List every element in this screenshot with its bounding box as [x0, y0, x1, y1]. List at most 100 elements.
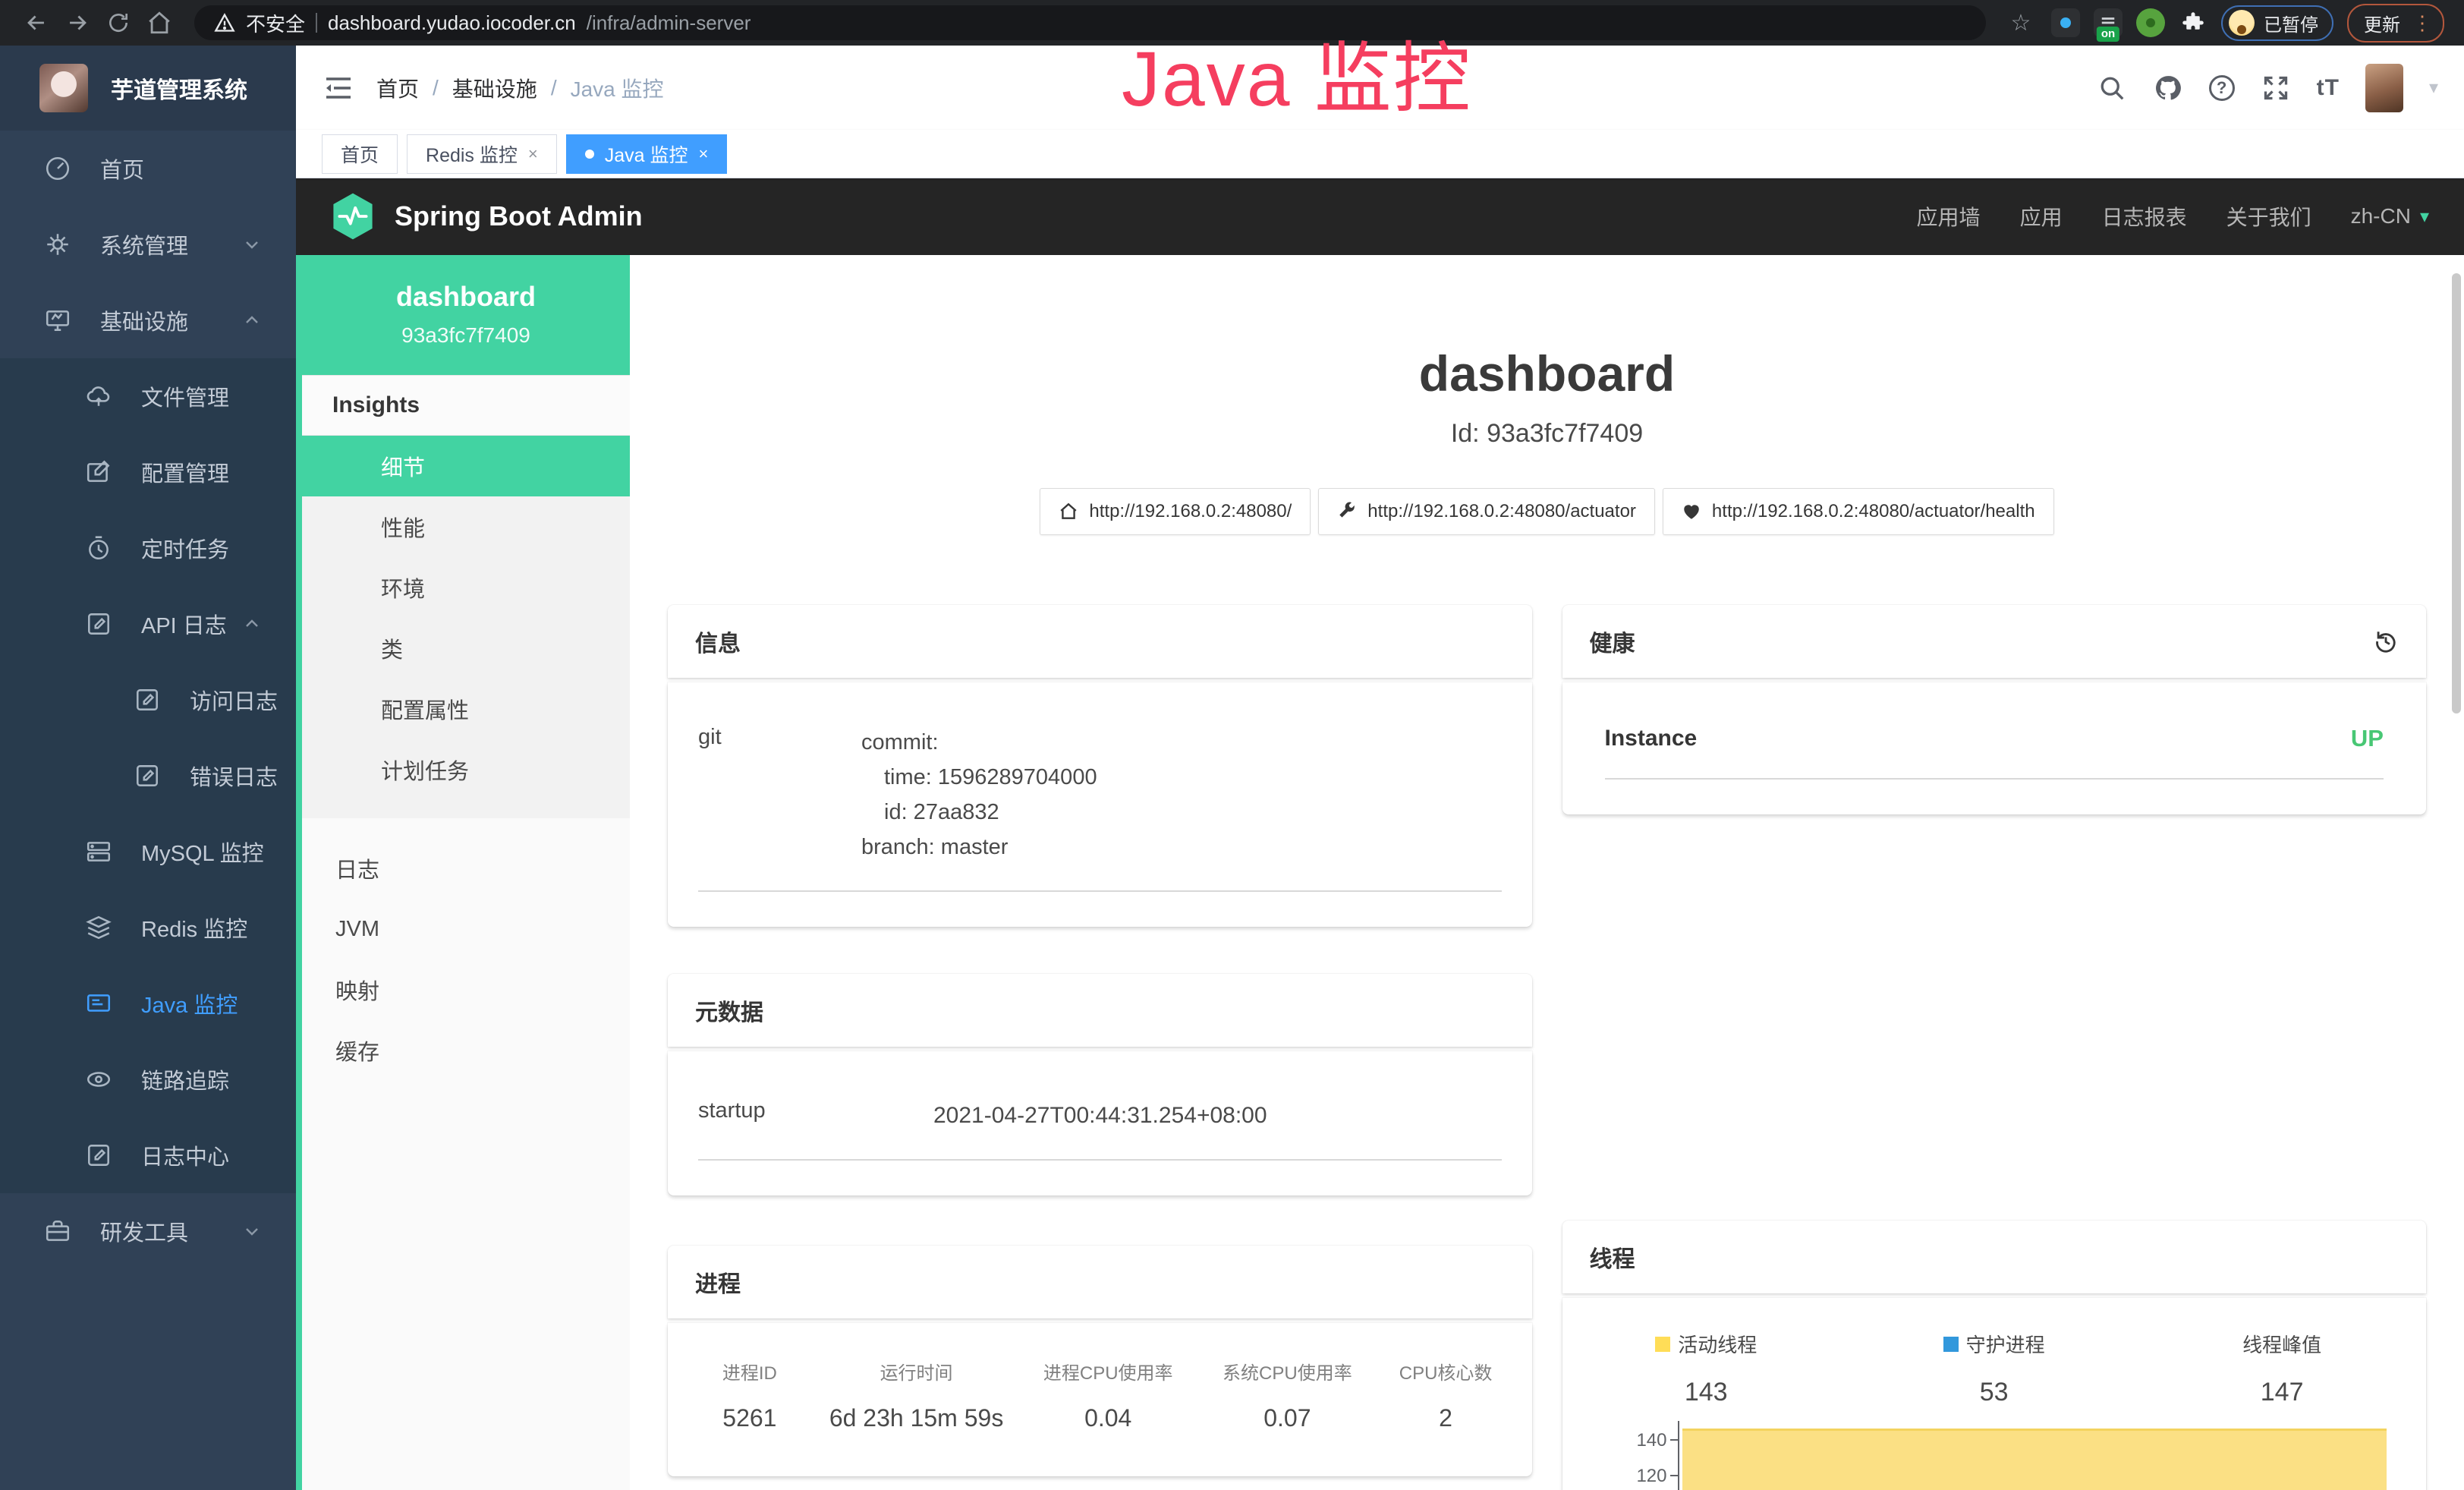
tab-home[interactable]: 首页 [322, 134, 398, 174]
insecure-warning-icon[interactable] [214, 12, 235, 33]
close-icon[interactable]: × [699, 144, 709, 164]
security-label[interactable]: 不安全 [246, 9, 305, 37]
paused-profile-chip[interactable]: 已暂停 [2221, 5, 2333, 41]
health-url-button[interactable]: http://192.168.0.2:48080/actuator/health [1663, 488, 2054, 535]
sidebar-collapse-icon[interactable] [322, 71, 355, 105]
sba-item-scheduled-tasks[interactable]: 计划任务 [302, 739, 630, 800]
sba-item-label: 映射 [335, 974, 379, 1006]
sidebar-item-access-log[interactable]: 访问日志 [0, 662, 296, 738]
sidebar-item-redis-monitor[interactable]: Redis 监控 [0, 890, 296, 966]
sba-item-caches[interactable]: 缓存 [302, 1020, 630, 1081]
sidebar-item-mysql-monitor[interactable]: MySQL 监控 [0, 814, 296, 890]
infra-submenu: 文件管理 配置管理 定时任务 [0, 358, 296, 1193]
sba-item-environment[interactable]: 环境 [302, 557, 630, 618]
actuator-url-label: http://192.168.0.2:48080/actuator [1367, 501, 1636, 522]
sidebar-item-tracing[interactable]: 链路追踪 [0, 1041, 296, 1117]
sba-item-classes[interactable]: 类 [302, 618, 630, 679]
browser-reload-icon[interactable] [102, 6, 135, 39]
sba-nav-applications[interactable]: 应用 [2020, 201, 2063, 232]
url-separator [316, 13, 317, 33]
threads-card-title: 线程 [1590, 1240, 1635, 1274]
cell-uptime: 6d 23h 15m 59s [817, 1404, 1017, 1432]
home-icon [1059, 502, 1078, 521]
sidebar-item-dev-tools[interactable]: 研发工具 [0, 1193, 296, 1269]
fullscreen-icon[interactable] [2261, 73, 2291, 103]
y-tick-mark [1670, 1439, 1679, 1441]
extensions-puzzle-icon[interactable] [2179, 8, 2208, 37]
github-icon[interactable] [2153, 73, 2183, 103]
search-icon[interactable] [2097, 73, 2127, 103]
browser-forward-icon[interactable] [61, 6, 94, 39]
browser-menu-kebab-icon[interactable]: ⋮ [2412, 13, 2432, 33]
sidebar-item-file-management[interactable]: 文件管理 [0, 358, 296, 434]
sba-locale-label: zh-CN [2351, 204, 2411, 228]
sidebar-item-label: 访问日志 [190, 684, 278, 716]
sba-item-logfile[interactable]: 日志 [302, 838, 630, 899]
app-logo-row[interactable]: 芋道管理系统 [0, 46, 296, 131]
metadata-row-label: startup [698, 1098, 933, 1133]
extension-icon-1[interactable] [2051, 8, 2080, 37]
sba-nav-about[interactable]: 关于我们 [2226, 201, 2311, 232]
sba-nav-wallboard[interactable]: 应用墙 [1917, 201, 1981, 232]
sba-item-label: 配置属性 [381, 693, 469, 725]
tab-java-monitor[interactable]: Java 监控 × [566, 134, 728, 174]
threads-chart: 140 120 100 [1562, 1432, 2427, 1490]
sidebar-item-label: Java 监控 [141, 988, 238, 1019]
sidebar-item-label: 基础设施 [100, 304, 188, 336]
active-dot-icon [585, 150, 594, 159]
sidebar-item-infra[interactable]: 基础设施 [0, 282, 296, 358]
sidebar-item-label: 系统管理 [100, 228, 188, 260]
browser-update-button[interactable]: 更新 ⋮ [2347, 4, 2444, 43]
close-icon[interactable]: × [528, 144, 538, 164]
sidebar-item-error-log[interactable]: 错误日志 [0, 738, 296, 814]
sidebar-item-scheduled-jobs[interactable]: 定时任务 [0, 510, 296, 586]
chevron-up-icon [243, 615, 261, 633]
history-icon[interactable] [2373, 628, 2399, 654]
annotation-java-monitor: Java 监控 [1122, 17, 1472, 128]
sba-item-config-props[interactable]: 配置属性 [302, 679, 630, 739]
sba-item-metrics[interactable]: 性能 [302, 496, 630, 557]
actuator-url-button[interactable]: http://192.168.0.2:48080/actuator [1318, 488, 1655, 535]
page-scrollbar[interactable] [2452, 273, 2461, 713]
sba-sidebar: dashboard 93a3fc7f7409 Insights 细节 性能 环境… [296, 255, 630, 1490]
server-icon [85, 838, 112, 865]
sidebar-item-label: 链路追踪 [141, 1063, 229, 1095]
sba-item-mappings[interactable]: 映射 [302, 959, 630, 1020]
font-size-icon[interactable]: tT [2317, 75, 2340, 101]
service-url-button[interactable]: http://192.168.0.2:48080/ [1040, 488, 1311, 535]
sba-locale-select[interactable]: zh-CN ▾ [2351, 204, 2429, 228]
sba-brand[interactable]: Spring Boot Admin [331, 192, 643, 241]
info-card: 信息 git commit: time: 1596289704000 id: 2… [668, 605, 1532, 927]
sba-item-jvm[interactable]: JVM [302, 899, 630, 959]
avatar-caret-icon[interactable]: ▾ [2429, 77, 2438, 99]
y-tick: 120 [1599, 1466, 1667, 1487]
sba-nav-journal[interactable]: 日志报表 [2102, 201, 2187, 232]
sidebar-item-log-center[interactable]: 日志中心 [0, 1117, 296, 1193]
health-url-label: http://192.168.0.2:48080/actuator/health [1712, 501, 2035, 522]
sba-instance-block[interactable]: dashboard 93a3fc7f7409 [302, 255, 630, 375]
breadcrumb-infra[interactable]: 基础设施 [452, 73, 537, 103]
bookmark-star-icon[interactable]: ☆ [2004, 6, 2038, 39]
health-instance-label[interactable]: Instance [1605, 726, 1698, 751]
legend-swatch-blue [1943, 1337, 1959, 1352]
sidebar-item-config-management[interactable]: 配置管理 [0, 434, 296, 510]
address-bar[interactable]: 不安全 dashboard.yudao.iocoder.cn/infra/adm… [194, 5, 1986, 40]
sidebar-item-java-monitor[interactable]: Java 监控 [0, 966, 296, 1041]
tab-redis-monitor[interactable]: Redis 监控 × [407, 134, 557, 174]
threads-card: 线程 活动线程 守护进程 线程峰值 143 [1562, 1221, 2427, 1490]
sba-item-details[interactable]: 细节 [302, 436, 630, 496]
update-label: 更新 [2364, 10, 2400, 36]
breadcrumb-home[interactable]: 首页 [376, 73, 419, 103]
info-row-label: git [698, 725, 861, 865]
legend-daemon-threads: 守护进程 [1850, 1330, 2138, 1358]
help-icon[interactable]: ? [2209, 75, 2235, 101]
browser-home-icon[interactable] [143, 6, 176, 39]
sidebar-item-system[interactable]: 系统管理 [0, 206, 296, 282]
extension-icon-3[interactable] [2136, 8, 2165, 37]
user-avatar[interactable] [2365, 64, 2403, 112]
browser-back-icon[interactable] [20, 6, 53, 39]
sidebar-item-home[interactable]: 首页 [0, 131, 296, 206]
sidebar-item-api-log[interactable]: API 日志 [0, 586, 296, 662]
legend-swatch-yellow [1655, 1337, 1670, 1352]
extension-icon-2[interactable]: on [2094, 8, 2123, 37]
